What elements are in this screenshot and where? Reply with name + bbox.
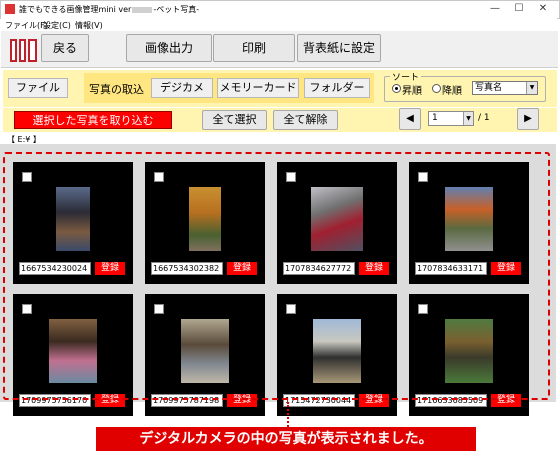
memory-card-button[interactable]: メモリーカード (217, 78, 299, 98)
sort-field-select[interactable]: 写真名 ▼ (472, 81, 538, 95)
import-selected-button[interactable]: 選択した写真を取り込む (14, 111, 172, 129)
menu-file[interactable]: ファイル(F) (5, 20, 48, 31)
sort-descending-radio[interactable] (432, 84, 441, 93)
prev-page-icon[interactable]: ◀ (399, 108, 421, 130)
next-page-icon[interactable]: ▶ (517, 108, 539, 130)
callout-leader (287, 402, 289, 427)
sort-ascending-radio[interactable] (392, 84, 401, 93)
title-bar: 誰でもできる画像管理mini ver -ペット写真- — ☐ ✕ (0, 0, 560, 19)
sort-descending-label: 降順 (442, 86, 462, 97)
file-button[interactable]: ファイル (8, 78, 68, 98)
page-current: 1 (432, 113, 438, 123)
sort-group: ソート 昇順 降順 写真名 ▼ (384, 70, 548, 102)
page-select[interactable]: 1 ▼ (428, 111, 474, 126)
title-suffix: -ペット写真- (153, 5, 200, 14)
maximize-icon[interactable]: ☐ (507, 2, 531, 16)
back-button[interactable]: 戻る (41, 34, 89, 62)
close-icon[interactable]: ✕ (531, 2, 555, 16)
chevron-down-icon: ▼ (463, 112, 473, 125)
menu-bar: ファイル(F) 設定(C) 情報(V) (1, 18, 557, 31)
export-image-button[interactable]: 画像出力 (126, 34, 212, 62)
caption-banner: デジタルカメラの中の写真が表示されました。 (96, 427, 476, 451)
menu-settings[interactable]: 設定(C) (43, 20, 71, 31)
import-label: 写真の取込 (89, 83, 144, 96)
blurred-version (132, 6, 153, 13)
window-title: 誰でもできる画像管理mini ver -ペット写真- (19, 4, 199, 15)
set-wallpaper-button[interactable]: 背表紙に設定 (297, 34, 381, 62)
chevron-down-icon: ▼ (526, 82, 537, 94)
album-book-icon (10, 39, 37, 62)
sort-field-value: 写真名 (475, 83, 503, 93)
page-total: / 1 (478, 113, 490, 123)
app-window: 誰でもできる画像管理mini ver -ペット写真- — ☐ ✕ ファイル(F) … (0, 0, 560, 458)
toolbar: 戻る 画像出力 印刷 背表紙に設定 (1, 31, 558, 68)
sort-ascending-label: 昇順 (402, 86, 422, 97)
minimize-icon[interactable]: — (483, 2, 507, 16)
title-prefix: 誰でもできる画像管理mini ver (19, 5, 132, 14)
highlight-frame (3, 152, 550, 400)
print-button[interactable]: 印刷 (213, 34, 295, 62)
app-icon (5, 4, 15, 14)
radio-dot (395, 87, 398, 90)
menu-info[interactable]: 情報(V) (75, 20, 103, 31)
camera-button[interactable]: デジカメ (151, 78, 213, 98)
folder-button[interactable]: フォルダー (304, 78, 370, 98)
select-all-button[interactable]: 全て選択 (202, 110, 267, 130)
clear-all-button[interactable]: 全て解除 (273, 110, 338, 130)
